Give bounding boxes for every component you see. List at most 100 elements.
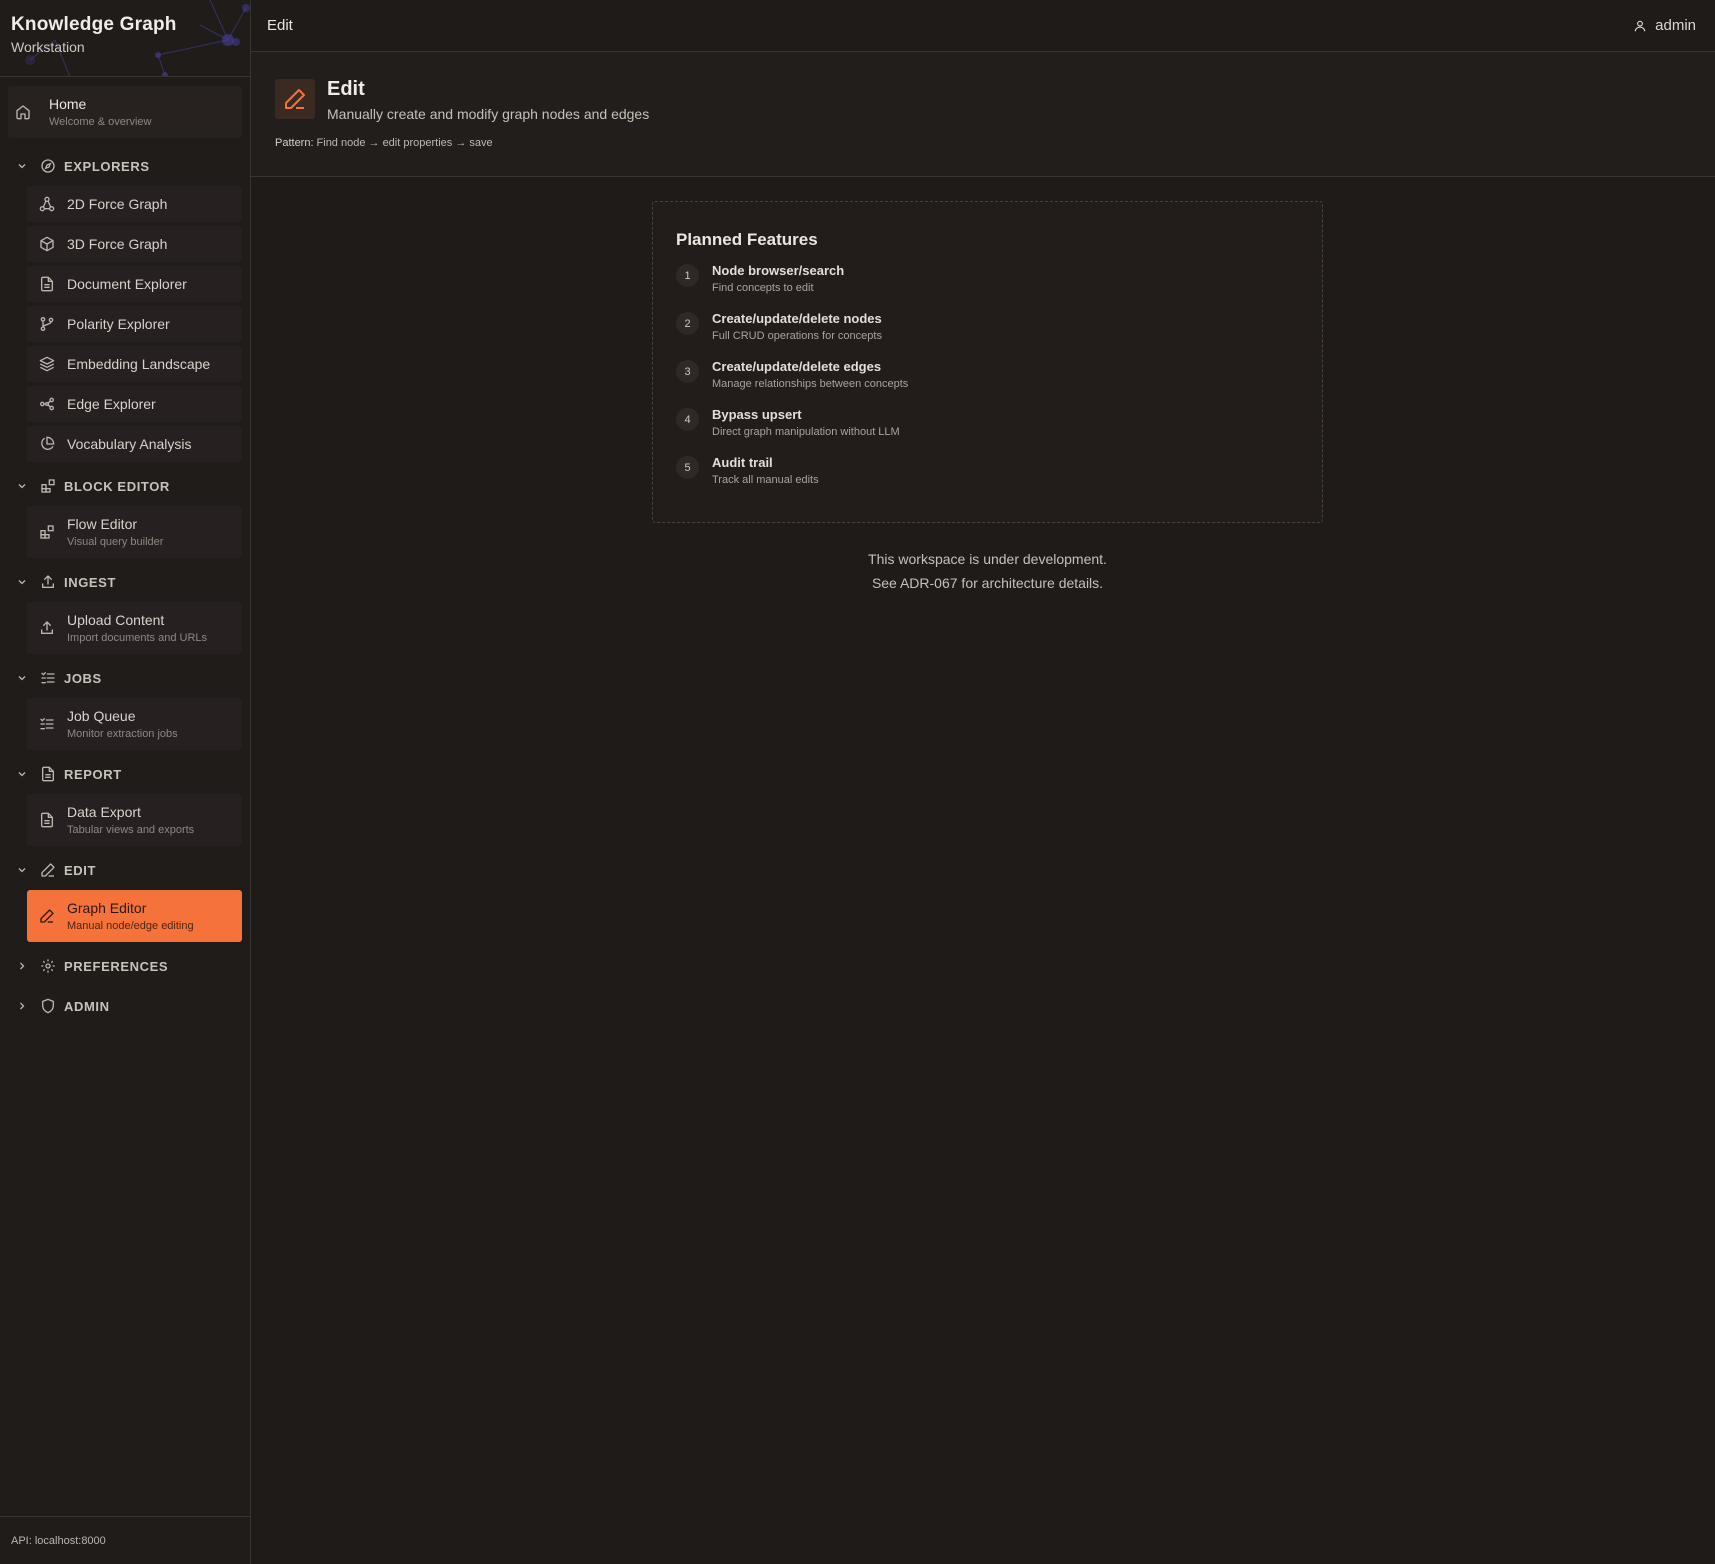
compass-icon	[40, 158, 56, 174]
sidebar-item-label: 3D Force Graph	[67, 236, 168, 252]
step-number: 4	[676, 408, 699, 431]
section-explorers[interactable]: EXPLORERS	[8, 146, 242, 186]
sidebar-item-document-explorer[interactable]: Document Explorer	[27, 266, 242, 302]
sidebar-item-label: Home	[49, 96, 87, 112]
section-title: EDIT	[64, 862, 97, 878]
section-edit[interactable]: EDIT	[8, 850, 242, 890]
sidebar-item-data-export[interactable]: Data Export Tabular views and exports	[27, 794, 242, 846]
section-title: PREFERENCES	[64, 958, 169, 974]
list-item: 4 Bypass upsert Direct graph manipulation…	[676, 407, 1299, 455]
sidebar-item-edge-explorer[interactable]: Edge Explorer	[27, 386, 242, 422]
sidebar-item-embedding-landscape[interactable]: Embedding Landscape	[27, 346, 242, 382]
workspace-title: Edit	[327, 78, 365, 100]
chevron-down-icon	[16, 576, 28, 588]
sidebar-item-label: Graph Editor	[67, 900, 147, 916]
sidebar-item-3d-force-graph[interactable]: 3D Force Graph	[27, 226, 242, 262]
section-title: BLOCK EDITOR	[64, 478, 170, 494]
list-checks-icon	[39, 716, 55, 732]
list-item: 3 Create/update/delete edges Manage relat…	[676, 359, 1299, 407]
sidebar-item-upload-content[interactable]: Upload Content Import documents and URLs	[27, 602, 242, 654]
gear-icon	[40, 958, 56, 974]
card-title: Planned Features	[676, 230, 818, 249]
list-checks-icon	[40, 670, 56, 686]
sidebar: Knowledge Graph Workstation Home Welcome…	[0, 0, 251, 1564]
sidebar-item-label: Edge Explorer	[67, 396, 156, 412]
feature-description: Direct graph manipulation without LLM	[712, 426, 900, 438]
user-icon	[1633, 19, 1655, 33]
sidebar-item-label: Data Export	[67, 804, 141, 820]
blocks-icon	[39, 524, 55, 540]
upload-icon	[39, 620, 55, 636]
sidebar-item-graph-editor[interactable]: Graph Editor Manual node/edge editing	[27, 890, 242, 942]
chevron-down-icon	[16, 768, 28, 780]
pencil-icon	[275, 79, 315, 119]
document-icon	[39, 276, 55, 292]
list-item: 1 Node browser/search Find concepts to ed…	[676, 263, 1299, 311]
feature-title: Node browser/search	[712, 263, 845, 278]
list-item: 2 Create/update/delete nodes Full CRUD op…	[676, 311, 1299, 359]
user-menu[interactable]: admin	[1633, 17, 1696, 34]
sidebar-item-sublabel: Monitor extraction jobs	[67, 728, 178, 740]
section-preferences[interactable]: PREFERENCES	[8, 946, 242, 986]
step-number: 5	[676, 456, 699, 479]
blocks-icon	[40, 478, 56, 494]
feature-title: Audit trail	[712, 455, 773, 470]
feature-title: Create/update/delete nodes	[712, 311, 882, 326]
pattern-value: Find node → edit properties → save	[316, 137, 493, 149]
feature-description: Find concepts to edit	[712, 282, 814, 294]
pie-chart-icon	[39, 436, 55, 452]
app-title: Knowledge Graph	[11, 14, 177, 35]
development-note: This workspace is under development. See…	[652, 547, 1323, 595]
git-branch-icon	[39, 316, 55, 332]
section-report[interactable]: REPORT	[8, 754, 242, 794]
sidebar-item-label: Flow Editor	[67, 516, 138, 532]
step-number: 3	[676, 360, 699, 383]
workflow-pattern: Pattern: Find node → edit properties → sa…	[275, 137, 1715, 149]
nodes-icon	[39, 396, 55, 412]
chevron-right-icon	[16, 960, 28, 972]
sidebar-item-sublabel: Import documents and URLs	[67, 632, 208, 644]
section-ingest[interactable]: INGEST	[8, 562, 242, 602]
sidebar-item-flow-editor[interactable]: Flow Editor Visual query builder	[27, 506, 242, 558]
note-line: This workspace is under development.	[868, 551, 1107, 567]
sidebar-item-vocabulary-analysis[interactable]: Vocabulary Analysis	[27, 426, 242, 462]
layers-icon	[39, 356, 55, 372]
sidebar-item-label: Job Queue	[67, 708, 136, 724]
section-admin[interactable]: ADMIN	[8, 986, 242, 1026]
username: admin	[1655, 17, 1696, 34]
sidebar-item-home[interactable]: Home Welcome & overview	[8, 86, 242, 138]
sidebar-item-sublabel: Visual query builder	[67, 536, 164, 548]
section-jobs[interactable]: JOBS	[8, 658, 242, 698]
main-panel: Edit admin Edit Manually create and modi…	[251, 0, 1715, 1564]
api-endpoint: API: localhost:8000	[0, 1516, 250, 1564]
workspace-header: Edit Manually create and modify graph no…	[251, 52, 1715, 177]
pencil-icon	[40, 862, 56, 878]
feature-description: Full CRUD operations for concepts	[712, 330, 882, 342]
sidebar-item-2d-force-graph[interactable]: 2D Force Graph	[27, 186, 242, 222]
sidebar-item-label: Polarity Explorer	[67, 316, 170, 332]
home-icon	[15, 104, 31, 120]
sidebar-item-job-queue[interactable]: Job Queue Monitor extraction jobs	[27, 698, 242, 750]
section-title: ADMIN	[64, 998, 110, 1014]
chevron-down-icon	[16, 160, 28, 172]
sidebar-nav: Home Welcome & overview EXPLORERS 2D For…	[0, 77, 250, 1516]
sidebar-item-polarity-explorer[interactable]: Polarity Explorer	[27, 306, 242, 342]
chevron-down-icon	[16, 672, 28, 684]
sidebar-item-label: 2D Force Graph	[67, 196, 168, 212]
section-block-editor[interactable]: BLOCK EDITOR	[8, 466, 242, 506]
workspace-content: Planned Features 1 Node browser/search Fi…	[251, 177, 1715, 1564]
note-line: See ADR-067 for architecture details.	[871, 575, 1104, 591]
chevron-right-icon	[16, 1000, 28, 1012]
feature-description: Track all manual edits	[712, 474, 819, 486]
sidebar-item-label: Vocabulary Analysis	[67, 436, 192, 452]
section-title: INGEST	[64, 574, 116, 590]
cube-icon	[39, 236, 55, 252]
section-title: EXPLORERS	[64, 158, 150, 174]
section-title: JOBS	[64, 670, 102, 686]
pattern-label: Pattern:	[275, 137, 314, 149]
upload-icon	[40, 574, 56, 590]
sidebar-item-label: Document Explorer	[67, 276, 187, 292]
step-number: 1	[676, 264, 699, 287]
pencil-icon	[39, 908, 55, 924]
shield-icon	[40, 998, 56, 1014]
